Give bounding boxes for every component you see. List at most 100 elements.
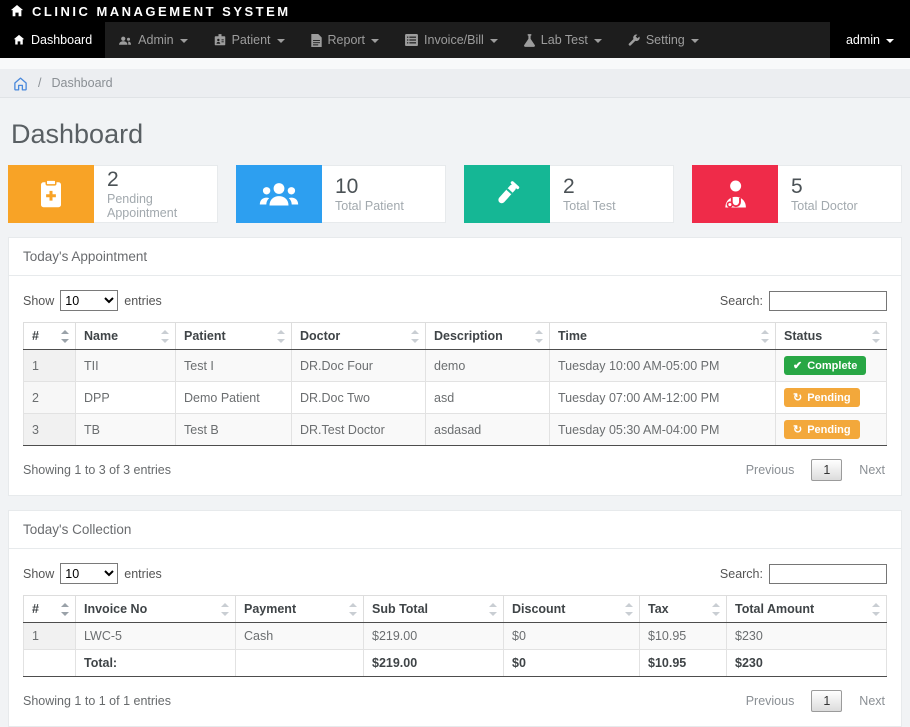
user-menu-label: admin [846, 33, 880, 47]
column-header-doctor[interactable]: Doctor [292, 323, 426, 350]
previous-button[interactable]: Previous [744, 690, 797, 712]
column-header-num[interactable]: # [24, 596, 76, 623]
next-button[interactable]: Next [857, 459, 887, 481]
cell-num [24, 650, 76, 677]
table-info: Showing 1 to 1 of 1 entries [23, 694, 171, 708]
home-icon [13, 34, 25, 46]
caret-down-icon [691, 39, 699, 43]
nav-item-dashboard[interactable]: Dashboard [0, 22, 105, 58]
page-length-select[interactable]: 10 [60, 563, 118, 584]
cell-payment [236, 650, 364, 677]
app-title: CLINIC MANAGEMENT SYSTEM [32, 4, 291, 19]
cell-tax: $10.95 [640, 623, 727, 650]
sort-icon [411, 330, 419, 343]
search-input[interactable] [769, 291, 887, 311]
home-outline-icon[interactable] [13, 76, 28, 91]
cell-patient: Test B [176, 414, 292, 446]
clipboard-plus-icon [8, 165, 94, 223]
stat-label: Total Doctor [791, 199, 858, 213]
column-header-description[interactable]: Description [426, 323, 550, 350]
cell-name: TB [76, 414, 176, 446]
page-title: Dashboard [11, 119, 899, 150]
sort-icon [349, 603, 357, 616]
column-header-num[interactable]: # [24, 323, 76, 350]
caret-down-icon [277, 39, 285, 43]
previous-button[interactable]: Previous [744, 459, 797, 481]
stat-label: Pending Appointment [107, 192, 203, 220]
cell-status: ↻ Pending [776, 382, 887, 414]
page-length-select[interactable]: 10 [60, 290, 118, 311]
search-input[interactable] [769, 564, 887, 584]
status-badge[interactable]: ↻ Pending [784, 420, 860, 439]
page-number-button[interactable]: 1 [811, 690, 842, 712]
cell-description: demo [426, 350, 550, 382]
sort-icon [61, 330, 69, 343]
cell-total-amount: $230 [727, 623, 887, 650]
nav-gap [0, 58, 910, 69]
patients-icon [236, 165, 322, 223]
cell-status: ✔ Complete [776, 350, 887, 382]
wrench-icon [628, 34, 640, 46]
next-button[interactable]: Next [857, 690, 887, 712]
sort-icon [872, 330, 880, 343]
pagination: Previous 1 Next [744, 459, 887, 481]
home-icon [10, 4, 24, 18]
stat-card-total-test: 2 Total Test [464, 165, 674, 223]
column-header-name[interactable]: Name [76, 323, 176, 350]
cell-patient: Test I [176, 350, 292, 382]
sort-icon [161, 330, 169, 343]
column-header-patient[interactable]: Patient [176, 323, 292, 350]
column-header-total-amount[interactable]: Total Amount [727, 596, 887, 623]
nav-item-admin[interactable]: Admin [105, 22, 200, 58]
nav-item-setting[interactable]: Setting [615, 22, 712, 58]
users-icon [118, 35, 132, 46]
user-menu[interactable]: admin [830, 22, 910, 58]
nav-item-patient[interactable]: Patient [201, 22, 298, 58]
sort-icon [221, 603, 229, 616]
sort-icon [761, 330, 769, 343]
sort-icon [712, 603, 720, 616]
nav-item-report[interactable]: Report [298, 22, 393, 58]
caret-down-icon [594, 39, 602, 43]
breadcrumb-current: Dashboard [51, 76, 112, 90]
stat-label: Total Test [563, 199, 616, 213]
status-badge[interactable]: ✔ Complete [784, 356, 866, 375]
cell-num: 1 [24, 623, 76, 650]
sort-icon [277, 330, 285, 343]
column-header-payment[interactable]: Payment [236, 596, 364, 623]
column-header-time[interactable]: Time [550, 323, 776, 350]
breadcrumb-separator: / [38, 76, 41, 90]
nav-item-label: Dashboard [31, 33, 92, 47]
column-header-subtotal[interactable]: Sub Total [364, 596, 504, 623]
column-header-status[interactable]: Status [776, 323, 887, 350]
column-header-discount[interactable]: Discount [504, 596, 640, 623]
caret-down-icon [371, 39, 379, 43]
check-icon: ✔ [793, 359, 802, 372]
column-header-tax[interactable]: Tax [640, 596, 727, 623]
pagination: Previous 1 Next [744, 690, 887, 712]
refresh-icon: ↻ [793, 391, 802, 404]
cell-time: Tuesday 07:00 AM-12:00 PM [550, 382, 776, 414]
stat-card-total-doctor: 5 Total Doctor [692, 165, 902, 223]
stat-card-pending-appointment: 2 Pending Appointment [8, 165, 218, 223]
panel-title: Today's Collection [9, 511, 901, 549]
entries-label: entries [124, 294, 162, 308]
cell-doctor: DR.Doc Two [292, 382, 426, 414]
stat-value: 10 [335, 175, 404, 199]
titlebar: CLINIC MANAGEMENT SYSTEM [0, 0, 910, 22]
search-label: Search: [720, 567, 763, 581]
search-label: Search: [720, 294, 763, 308]
column-header-invoice[interactable]: Invoice No [76, 596, 236, 623]
nav-item-label: Setting [646, 33, 685, 47]
page-number-button[interactable]: 1 [811, 459, 842, 481]
nav-item-label: Invoice/Bill [424, 33, 484, 47]
cell-name: TII [76, 350, 176, 382]
refresh-icon: ↻ [793, 423, 802, 436]
list-icon [405, 34, 418, 46]
total-subtotal: $219.00 [364, 650, 504, 677]
table-row: 1 TII Test I DR.Doc Four demo Tuesday 10… [24, 350, 887, 382]
status-badge[interactable]: ↻ Pending [784, 388, 860, 407]
nav-item-invoice[interactable]: Invoice/Bill [392, 22, 511, 58]
nav-item-labtest[interactable]: Lab Test [511, 22, 615, 58]
cell-invoice: LWC-5 [76, 623, 236, 650]
